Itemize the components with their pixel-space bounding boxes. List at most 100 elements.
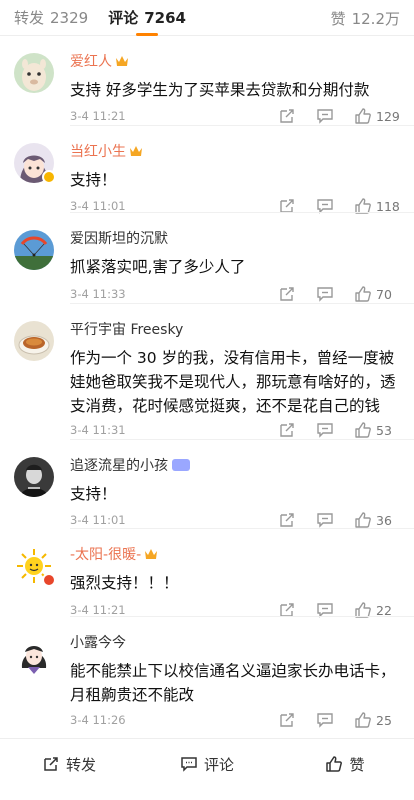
share-icon [280, 513, 294, 527]
tab-like-count: 12.2万 [351, 9, 400, 28]
comment-icon [181, 757, 197, 772]
thumbs-up-icon [355, 286, 371, 302]
comment-text: 支持！ [70, 171, 117, 189]
comment-author-row: 追逐流星的小孩 [70, 455, 190, 475]
crown-icon [130, 146, 142, 156]
crown-icon [145, 549, 158, 559]
comment-icon [317, 513, 333, 528]
share-button[interactable] [278, 421, 296, 439]
share-icon [280, 109, 294, 123]
comment-item[interactable]: 爱因斯坦的沉默 抓紧落实吧,害了多少人了 3-4 11:33 70 [0, 213, 414, 304]
comment-time: 3-4 11:26 [70, 713, 126, 727]
like-button[interactable]: 25 [354, 711, 400, 729]
comment-author-row: 当红小生 [70, 141, 143, 161]
repost-icon [44, 757, 58, 771]
comment-author[interactable]: 爱因斯坦的沉默 [70, 228, 168, 248]
comment-author[interactable]: -太阳-很暖- [70, 544, 141, 564]
comment-time: 3-4 11:01 [70, 513, 126, 527]
paraglider-avatar[interactable] [14, 230, 54, 270]
like-count: 53 [376, 422, 392, 438]
bottom-toolbar: 转发 评论 赞 [0, 738, 414, 800]
comment-label: 评论 [203, 755, 234, 774]
comment-author-row: 平行宇宙 Freesky [70, 319, 183, 339]
thumbs-up-icon [355, 512, 371, 528]
comment-icon [317, 109, 333, 124]
tab-comment[interactable]: 评论 7264 [108, 0, 186, 36]
comment-time: 3-4 11:01 [70, 199, 126, 213]
comment-icon [317, 287, 333, 302]
share-button[interactable] [278, 107, 296, 125]
comment-text: 抓紧落实吧,害了多少人了 [70, 258, 246, 276]
like-button[interactable]: 赞 [276, 739, 414, 800]
comment-icon [317, 713, 333, 728]
comment-author[interactable]: 爱红人 [70, 51, 112, 71]
like-count: 36 [376, 512, 392, 528]
comment-item[interactable]: 追逐流星的小孩 支持！ 3-4 11:01 36 [0, 440, 414, 529]
comment-author[interactable]: 追逐流星的小孩 [70, 455, 168, 475]
alpaca-avatar[interactable] [14, 53, 54, 93]
tab-repost[interactable]: 转发 2329 [14, 0, 88, 36]
like-count: 129 [376, 108, 400, 124]
comment-actions: 129 [258, 106, 400, 126]
tea-cup-avatar[interactable] [14, 321, 54, 361]
comment-text: 作为一个 30 岁的我，没有信用卡，曾经一度被娃她爸取笑我不是现代人，那玩意有啥… [70, 349, 396, 415]
cartoon-girl-avatar[interactable] [14, 634, 54, 674]
reply-button[interactable] [316, 107, 334, 125]
comment-author[interactable]: 平行宇宙 Freesky [70, 319, 183, 339]
comment-item[interactable]: 小露今今 能不能禁止下以校信通名义逼迫家长办电话卡，月租齁贵还不能改 3-4 1… [0, 617, 414, 730]
reply-button[interactable] [316, 711, 334, 729]
reply-button[interactable] [316, 421, 334, 439]
comment-actions: 53 [258, 420, 400, 440]
comment-meta: 3-4 11:21 [70, 106, 126, 126]
like-button[interactable]: 70 [354, 285, 400, 303]
comment-text: 强烈支持！！！ [70, 574, 179, 592]
like-button[interactable]: 53 [354, 421, 400, 439]
comment-time: 3-4 11:33 [70, 287, 126, 301]
comment-author[interactable]: 当红小生 [70, 141, 126, 161]
thumbs-up-icon [326, 756, 343, 772]
comment-list: 爱红人 支持 好多学生为了买苹果去贷款和分期付款 3-4 11:21 129 当… [0, 36, 414, 730]
tab-like[interactable]: 赞 12.2万 [331, 0, 400, 36]
comment-item[interactable]: 当红小生 支持！ 3-4 11:01 118 [0, 126, 414, 214]
reply-button[interactable] [316, 511, 334, 529]
comment-meta: 3-4 11:33 [70, 284, 126, 304]
share-button[interactable] [278, 511, 296, 529]
comment-time: 3-4 11:21 [70, 603, 126, 617]
comment-time: 3-4 11:31 [70, 423, 126, 437]
comment-meta: 3-4 11:01 [70, 510, 126, 530]
comment-actions: 36 [258, 510, 400, 530]
comment-button[interactable]: 评论 [138, 739, 276, 800]
tab-repost-count: 2329 [50, 8, 89, 27]
like-button[interactable]: 36 [354, 511, 400, 529]
like-button[interactable]: 129 [354, 107, 400, 125]
portrait-avatar[interactable] [14, 457, 54, 497]
comment-item[interactable]: 平行宇宙 Freesky 作为一个 30 岁的我，没有信用卡，曾经一度被娃她爸取… [0, 304, 414, 440]
tab-like-label: 赞 [330, 9, 346, 28]
reply-button[interactable] [316, 285, 334, 303]
comment-author[interactable]: 小露今今 [70, 632, 126, 652]
repost-label: 转发 [65, 755, 96, 774]
like-label: 赞 [349, 755, 365, 774]
share-icon [280, 713, 294, 727]
comment-text: 支持 好多学生为了买苹果去贷款和分期付款 [70, 81, 370, 99]
fan-badge-icon [172, 459, 190, 471]
share-button[interactable] [278, 711, 296, 729]
comment-actions: 70 [258, 284, 400, 304]
comment-icon [317, 423, 333, 438]
share-button[interactable] [278, 285, 296, 303]
share-icon [280, 287, 294, 301]
comment-item[interactable]: -太阳-很暖- 强烈支持！！！ 3-4 11:21 22 [0, 529, 414, 618]
tab-comment-count: 7264 [144, 8, 186, 27]
like-count: 25 [376, 712, 392, 728]
share-icon [280, 423, 294, 437]
repost-button[interactable]: 转发 [0, 739, 138, 800]
comment-actions: 25 [258, 710, 400, 730]
comment-author-row: 爱红人 [70, 51, 129, 71]
comment-author-row: 小露今今 [70, 632, 126, 652]
crown-icon [116, 56, 128, 66]
comment-item[interactable]: 爱红人 支持 好多学生为了买苹果去贷款和分期付款 3-4 11:21 129 [0, 36, 414, 126]
comment-tabs: 转发 2329 评论 7264 赞 12.2万 [0, 0, 414, 36]
comment-text: 支持！ [70, 485, 117, 503]
comment-meta: 3-4 11:31 [70, 420, 126, 440]
comment-text: 能不能禁止下以校信通名义逼迫家长办电话卡，月租齁贵还不能改 [70, 662, 396, 704]
